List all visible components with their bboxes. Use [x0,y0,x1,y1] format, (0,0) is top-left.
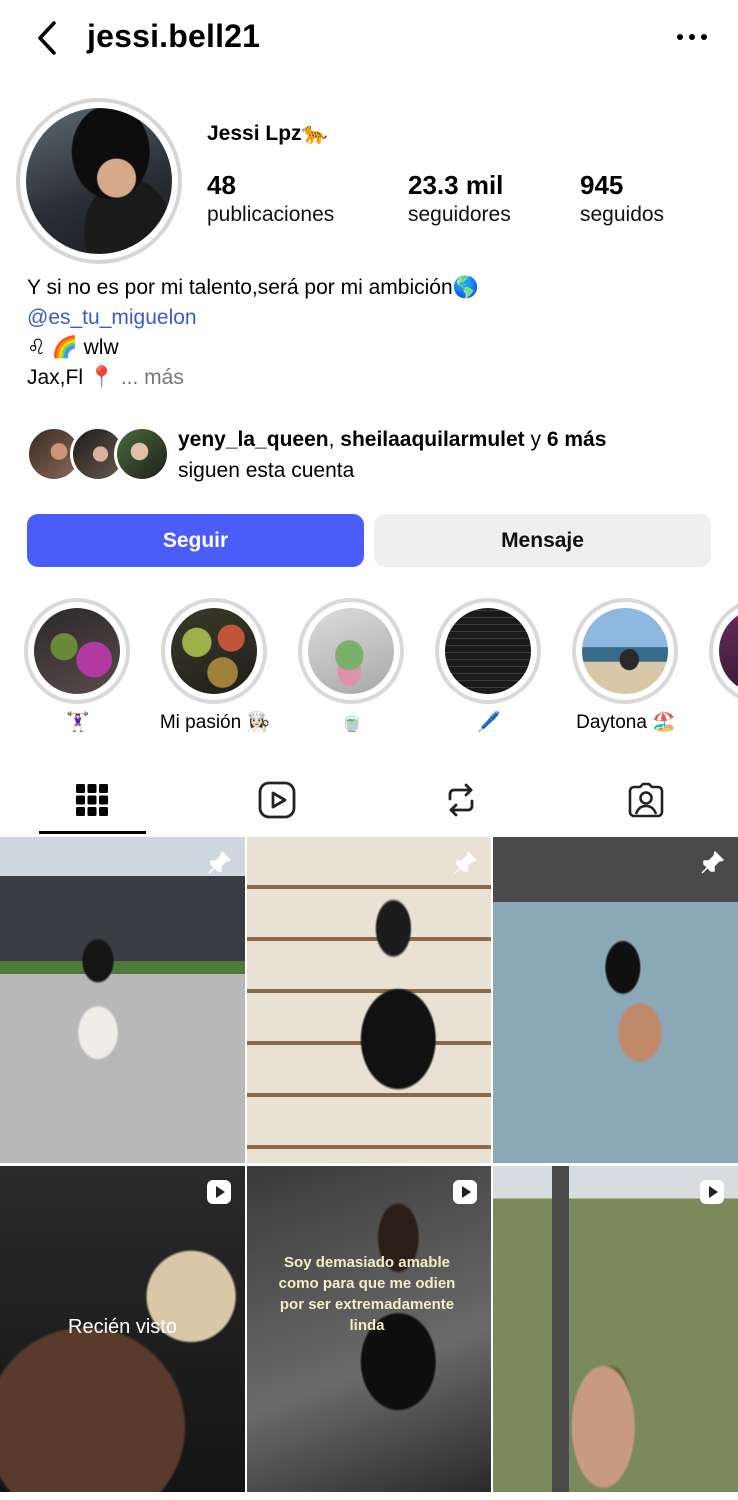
highlight-ring [435,598,541,704]
reel-icon [700,1180,724,1204]
tagged-icon [628,782,664,818]
reels-tab-icon [258,781,296,819]
follow-button[interactable]: Seguir [27,514,364,567]
stat-followers[interactable]: 23.3 mil seguidores [408,170,511,227]
story-highlight[interactable]: Mi pasión 👩🏻‍🍳 [160,598,270,733]
bio-line-location: Jax,Fl 📍 ... más [27,363,717,393]
reel-caption: Soy demasiado amable como para que me od… [278,1254,456,1334]
stat-following[interactable]: 945 seguidos [580,170,664,227]
story-highlight[interactable]: 🍵 [298,598,406,733]
follower-avatar [114,426,170,482]
stat-followers-count: 23.3 mil [408,170,504,200]
highlight-cover [445,608,531,694]
tab-tagged[interactable] [624,778,668,822]
tab-posts[interactable] [70,778,114,822]
grid-post[interactable] [493,1166,738,1492]
bio-location: Jax,Fl 📍 [27,366,115,389]
followed-by-separator: , [328,428,341,451]
followed-by-line: yeny_la_queen, sheilaaquilarmulet y 6 má… [178,424,606,455]
pin-icon [454,851,477,874]
display-name: Jessi Lpz🐆 [207,122,328,145]
stat-following-label: seguidos [580,203,665,226]
profile-username: jessi.bell21 [87,18,261,54]
stat-posts-count: 48 [207,170,236,200]
bio-line: ♌ 🌈 wlw [27,336,119,359]
bio-more-link[interactable]: ... más [121,366,184,389]
follower-name: sheilaaquilarmulet [340,428,525,451]
stat-following-count: 945 [580,170,624,200]
highlight-cover [582,608,668,694]
highlight-label: Daytona 🏖️ [576,712,676,733]
story-highlight[interactable]: 🖊️ [435,598,543,733]
story-highlight[interactable]: Daytona 🏖️ [572,598,680,733]
repost-icon [448,783,474,817]
active-tab-indicator [39,831,146,834]
top-bar: jessi.bell21 [0,0,738,78]
message-button[interactable]: Mensaje [374,514,711,567]
followed-by-more: 6 más [546,428,607,451]
grid-post[interactable]: Soy demasiado amable como para que me od… [247,1166,491,1492]
story-highlight-partial[interactable] [709,598,738,704]
highlight-cover [719,608,738,694]
highlight-cover [308,608,394,694]
followed-by-and: y [524,428,547,451]
highlight-ring [161,598,267,704]
story-highlight[interactable]: 🏋🏻‍♀️ [24,598,132,733]
highlight-cover [34,608,120,694]
bio-mention-link[interactable]: @es_tu_miguelon [27,303,717,333]
profile-tabs [0,770,738,834]
stat-posts[interactable]: 48 publicaciones [207,170,334,227]
highlight-cover [171,608,257,694]
reel-icon [207,1180,231,1204]
followed-by-text[interactable]: yeny_la_queen, sheilaaquilarmulet y 6 má… [178,424,606,486]
grid-post[interactable]: Recién visto [0,1166,245,1492]
followed-by-suffix: siguen esta cuenta [178,459,355,482]
pin-icon [701,851,724,874]
profile-avatar[interactable] [26,108,172,254]
more-options-icon[interactable] [672,24,712,50]
followed-by-avatars[interactable] [26,426,170,482]
recently-viewed-label: Recién visto [68,1316,177,1338]
highlight-ring [24,598,130,704]
tab-reels[interactable] [255,778,299,822]
grid-post[interactable] [0,837,245,1163]
highlight-ring [572,598,678,704]
grid-post[interactable] [247,837,491,1163]
bio-line: Y si no es por mi talento,será por mi am… [27,276,479,299]
highlight-ring [298,598,404,704]
reel-icon [453,1180,477,1204]
bio: Y si no es por mi talento,será por mi am… [27,273,717,393]
pin-icon [208,851,231,874]
follower-name: yeny_la_queen [178,428,329,451]
stat-followers-label: seguidores [408,203,511,226]
stat-posts-label: publicaciones [207,203,335,226]
grid-post[interactable] [493,837,738,1163]
highlight-ring [709,598,738,704]
back-chevron-icon[interactable] [30,18,64,58]
grid-icon [76,784,108,816]
tab-reposts[interactable] [439,778,483,822]
